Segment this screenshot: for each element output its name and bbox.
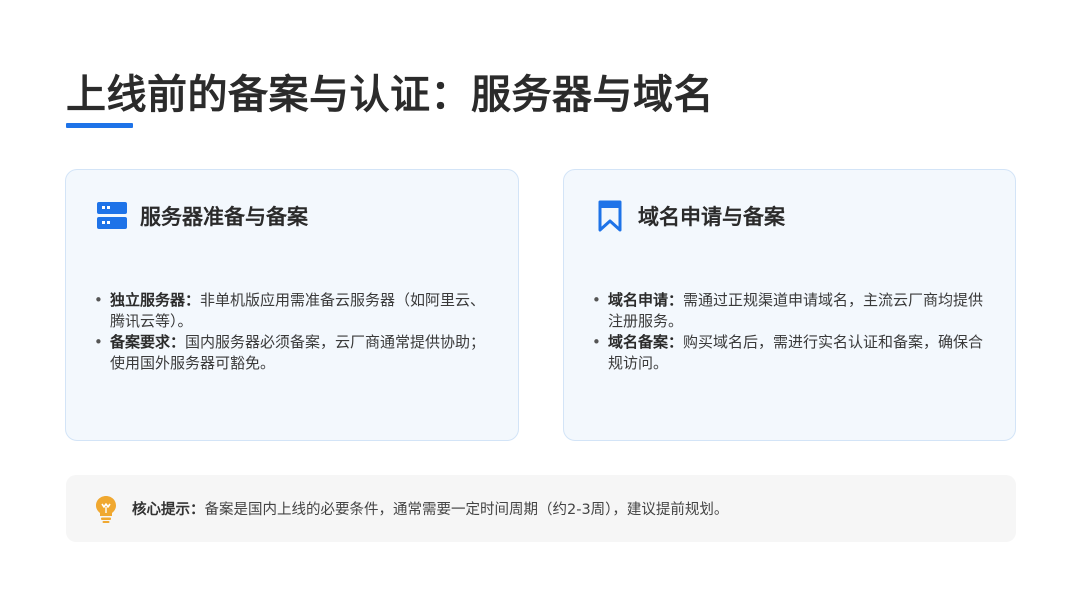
server-icon bbox=[96, 200, 128, 232]
server-card-title: 服务器准备与备案 bbox=[140, 205, 308, 229]
page-title: 上线前的备案与认证：服务器与域名 bbox=[66, 72, 714, 118]
server-card: 服务器准备与备案 独立服务器：非单机版应用需准备云服务器（如阿里云、腾讯云等）。… bbox=[65, 169, 519, 441]
list-item: 域名申请：需通过正规渠道申请域名，主流云厂商均提供注册服务。 bbox=[592, 290, 992, 332]
lightbulb-icon bbox=[94, 495, 118, 523]
domain-card-list: 域名申请：需通过正规渠道申请域名，主流云厂商均提供注册服务。 域名备案：购买域名… bbox=[592, 290, 992, 374]
domain-card: 域名申请与备案 域名申请：需通过正规渠道申请域名，主流云厂商均提供注册服务。 域… bbox=[563, 169, 1016, 441]
tip-text: 核心提示：备案是国内上线的必要条件，通常需要一定时间周期（约2-3周），建议提前… bbox=[132, 498, 728, 519]
tip-body: 备案是国内上线的必要条件，通常需要一定时间周期（约2-3周），建议提前规划。 bbox=[204, 502, 729, 518]
list-item: 独立服务器：非单机版应用需准备云服务器（如阿里云、腾讯云等）。 bbox=[94, 290, 494, 332]
list-item-key: 域名备案： bbox=[608, 333, 684, 351]
title-underline bbox=[66, 123, 133, 128]
list-item: 备案要求：国内服务器必须备案，云厂商通常提供协助；使用国外服务器可豁免。 bbox=[94, 332, 494, 374]
core-tip-bar: 核心提示：备案是国内上线的必要条件，通常需要一定时间周期（约2-3周），建议提前… bbox=[66, 475, 1016, 542]
list-item: 域名备案：购买域名后，需进行实名认证和备案，确保合规访问。 bbox=[592, 332, 992, 374]
domain-card-title: 域名申请与备案 bbox=[638, 205, 785, 229]
slide: 上线前的备案与认证：服务器与域名 服务器准备与备案 独立服务器：非单机版应用需准… bbox=[0, 0, 1080, 608]
list-item-key: 备案要求： bbox=[110, 333, 186, 351]
domain-card-header: 域名申请与备案 bbox=[594, 200, 785, 232]
tip-key: 核心提示： bbox=[132, 502, 205, 518]
server-card-list: 独立服务器：非单机版应用需准备云服务器（如阿里云、腾讯云等）。 备案要求：国内服… bbox=[94, 290, 494, 374]
server-card-header: 服务器准备与备案 bbox=[96, 200, 308, 232]
bookmark-icon bbox=[594, 200, 626, 232]
list-item-key: 域名申请： bbox=[608, 291, 684, 309]
list-item-key: 独立服务器： bbox=[110, 291, 201, 309]
